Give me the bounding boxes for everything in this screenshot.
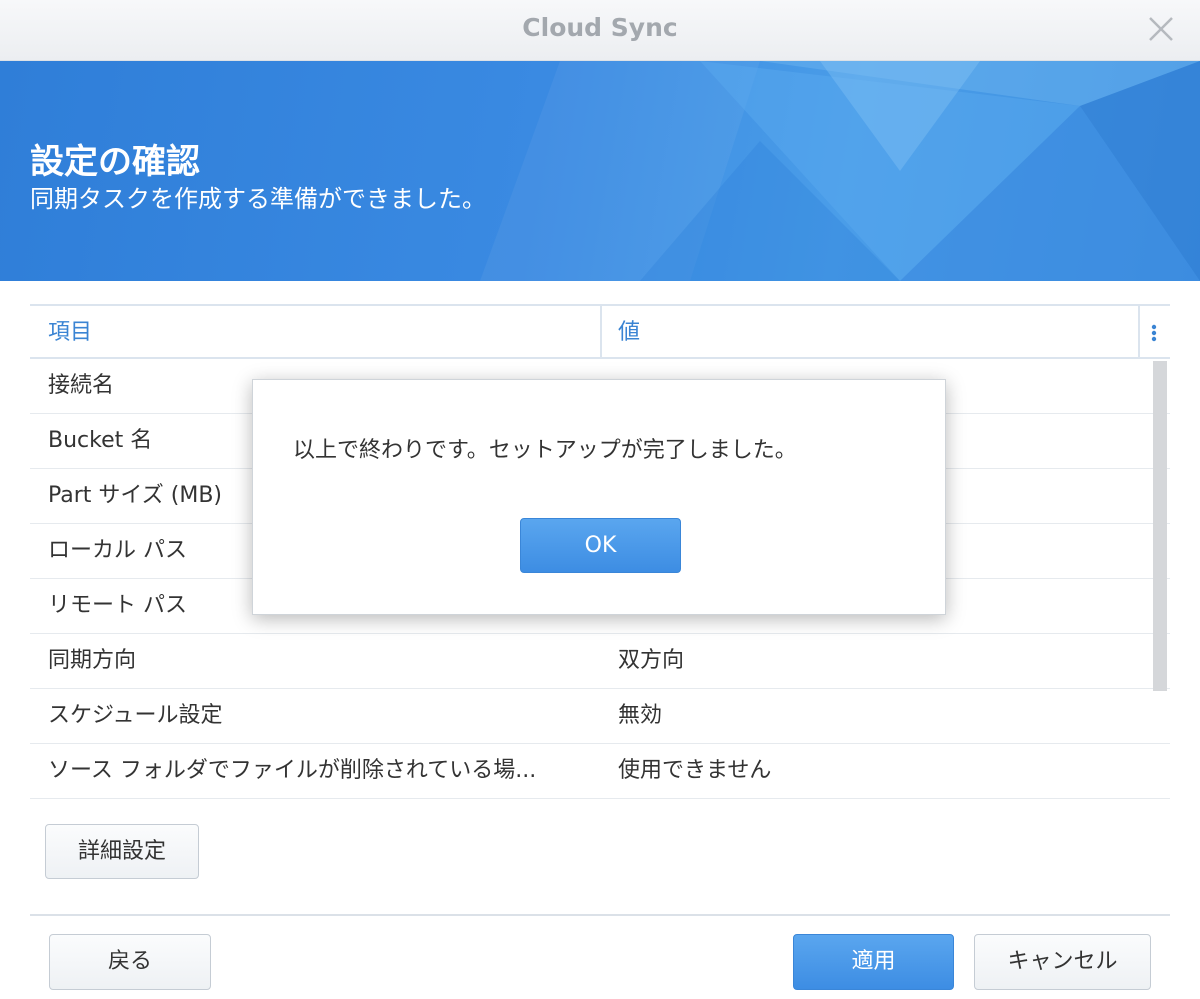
close-icon[interactable] — [1144, 12, 1178, 46]
row-key: 接続名 — [48, 373, 115, 398]
page-title: 設定の確認 — [30, 142, 200, 182]
cancel-button[interactable]: キャンセル — [974, 934, 1151, 990]
advanced-settings-button[interactable]: 詳細設定 — [45, 824, 199, 879]
table-row[interactable]: スケジュール設定 無効 — [30, 689, 1170, 744]
back-button[interactable]: 戻る — [49, 934, 211, 990]
column-menu-icon[interactable] — [1144, 318, 1164, 348]
header-banner: 設定の確認 同期タスクを作成する準備ができました。 — [0, 61, 1200, 281]
row-key: Part サイズ (MB) — [48, 483, 222, 508]
row-key: スケジュール設定 — [48, 703, 223, 728]
column-divider — [1138, 306, 1140, 359]
column-header-item[interactable]: 項目 — [48, 306, 92, 359]
dialog-message: 以上で終わりです。セットアップが完了しました。 — [293, 438, 797, 463]
column-divider — [600, 306, 602, 359]
table-scrollbar[interactable] — [1153, 361, 1167, 691]
row-value: 使用できません — [618, 758, 772, 783]
row-key: リモート パス — [48, 593, 187, 618]
window-titlebar: Cloud Sync — [0, 0, 1200, 61]
row-value: 無効 — [618, 703, 663, 728]
table-row[interactable]: 同期方向 双方向 — [30, 634, 1170, 689]
row-key: 同期方向 — [48, 648, 137, 673]
completion-dialog: 以上で終わりです。セットアップが完了しました。 OK — [252, 379, 946, 615]
column-header-value[interactable]: 値 — [618, 306, 640, 359]
window-title: Cloud Sync — [522, 13, 678, 42]
apply-button[interactable]: 適用 — [793, 934, 954, 990]
page-subtitle: 同期タスクを作成する準備ができました。 — [30, 185, 486, 213]
ok-button[interactable]: OK — [520, 518, 681, 573]
table-header: 項目 値 — [30, 304, 1170, 359]
row-key: ソース フォルダでファイルが削除されている場... — [48, 758, 537, 783]
table-row[interactable]: ソース フォルダでファイルが削除されている場... 使用できません — [30, 744, 1170, 799]
footer-divider — [30, 914, 1170, 916]
row-key: Bucket 名 — [48, 428, 153, 453]
row-value: 双方向 — [618, 648, 685, 673]
row-key: ローカル パス — [48, 538, 187, 563]
